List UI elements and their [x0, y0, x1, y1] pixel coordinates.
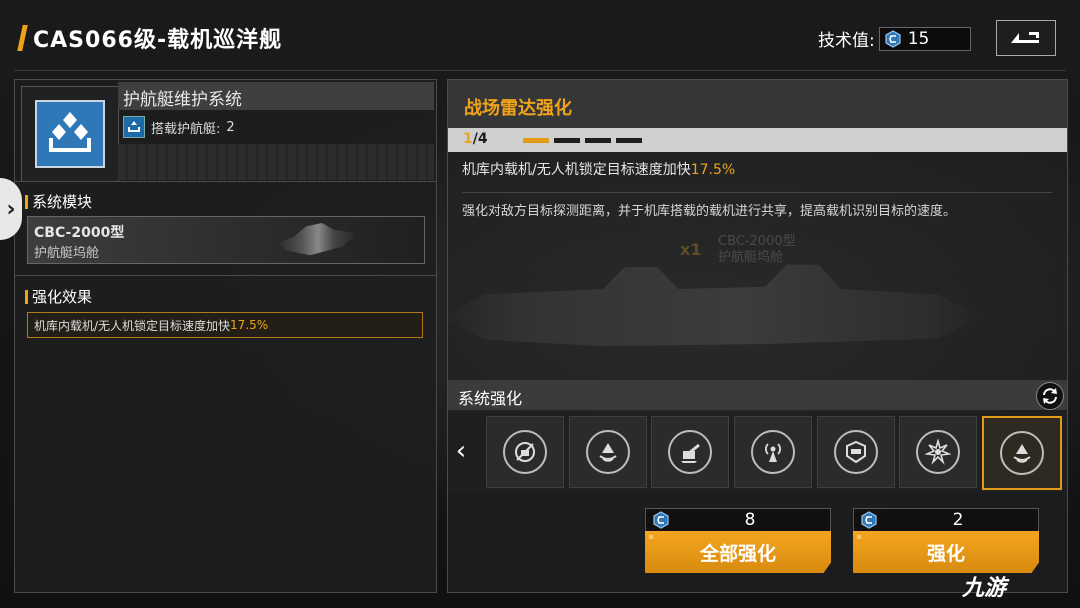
button-corner-dot [857, 535, 861, 539]
effect-value: 17.5% [230, 318, 269, 332]
progress-text: 1/4 [463, 131, 488, 147]
tech-point-icon [861, 511, 877, 529]
upgrade-slot-selected[interactable] [982, 416, 1062, 490]
button-corner-dot [649, 535, 653, 539]
back-button[interactable] [996, 20, 1056, 56]
scroll-left-button[interactable]: ‹ [448, 432, 474, 470]
upgrade-effect-text: 机库内载机/无人机锁定目标速度加快 [462, 162, 691, 178]
hatch-pattern [118, 144, 434, 180]
carrier-label: 搭载护航艇: [151, 121, 221, 137]
upgrade-slot[interactable] [486, 416, 564, 488]
header-divider [14, 70, 1066, 71]
watermark-text: 九游 [962, 576, 1007, 601]
progress-total: /4 [472, 131, 488, 147]
section-marker [25, 289, 28, 304]
module-section-header: 系统模块 [25, 191, 92, 212]
radar-dome-icon [586, 430, 630, 474]
tech-value-display: 技术值: 15 [818, 26, 971, 51]
page-title-bar: CAS066级-载机巡洋舰 [17, 22, 283, 54]
system-upgrade-header: 系统强化 [448, 380, 1067, 410]
upgrade-all-label: 全部强化 [699, 542, 776, 565]
turret-icon [668, 430, 712, 474]
progress-segment [523, 138, 549, 143]
upgrade-progress-row: 1/4 [448, 128, 1067, 152]
upgrade-slot-list: ‹ [448, 412, 1067, 492]
upgrade-all-button[interactable]: 全部强化 [645, 531, 831, 573]
module-card[interactable]: CBC-2000型 护航艇坞舱 [27, 216, 425, 264]
no-hangar-icon [503, 430, 547, 474]
refresh-icon [1043, 388, 1057, 404]
progress-segment [554, 138, 580, 143]
tech-value-box: 15 [878, 26, 971, 51]
upgrade-slot[interactable] [569, 416, 647, 488]
system-upgrade-label: 系统强化 [458, 389, 523, 408]
upgrade-slot[interactable] [817, 416, 895, 488]
effect-text: 机库内载机/无人机锁定目标速度加快 [34, 318, 231, 333]
upgrade-effect: 机库内载机/无人机锁定目标速度加快17.5% [462, 159, 735, 179]
ship-image [441, 264, 981, 347]
upgrade-effect-value: 17.5% [690, 162, 736, 178]
module-subtitle: 护航艇坞舱 [34, 246, 100, 261]
module-section-label: 系统模块 [32, 193, 93, 211]
upgrade-one-cost-value: 2 [952, 510, 964, 530]
panel-divider [15, 275, 436, 276]
refresh-button[interactable] [1036, 382, 1064, 410]
chevron-left-icon: ‹ [455, 436, 467, 466]
carrier-info: 搭载护航艇: 2 [123, 116, 235, 138]
effect-section-header: 强化效果 [25, 286, 92, 307]
upgrade-title: 战场雷达强化 [464, 98, 572, 119]
background-module-name: CBC-2000型 [718, 234, 796, 249]
module-image [278, 223, 358, 256]
chevron-right-icon: › [6, 196, 16, 222]
upgrade-description: 强化对敌方目标探测距离，并于机库搭载的载机进行共享，提高载机识别目标的速度。 [462, 204, 957, 219]
page-title: CAS066级-载机巡洋舰 [33, 28, 283, 53]
signal-tower-icon [751, 430, 795, 474]
section-marker [25, 194, 28, 209]
back-arrow-icon [1011, 32, 1039, 43]
system-icon-frame [21, 86, 119, 182]
carrier-count: 2 [226, 119, 235, 135]
escort-boat-icon [123, 116, 145, 138]
upgrade-detail-panel: x1 CBC-2000型 护航艇坞舱 战场雷达强化 1/4 机库内载机/无人机锁… [441, 79, 1068, 593]
tech-point-icon [885, 29, 901, 48]
progress-current: 1 [463, 131, 473, 147]
background-module-sub: 护航艇坞舱 [718, 250, 784, 265]
background-module-label: CBC-2000型 护航艇坞舱 [718, 234, 796, 266]
upgrade-button[interactable]: 强化 [853, 531, 1039, 573]
upgrade-all-cost: 8 [645, 508, 831, 532]
burst-emblem-icon [916, 430, 960, 474]
upgrade-label: 强化 [926, 542, 965, 565]
upgrade-one-cost: 2 [853, 508, 1039, 532]
system-name: 护航艇维护系统 [123, 90, 242, 110]
effect-divider [462, 192, 1052, 193]
upgrade-slot[interactable] [899, 416, 977, 488]
progress-segment [585, 138, 611, 143]
background-module-qty: x1 [680, 240, 702, 259]
upgrade-all-cost-value: 8 [744, 510, 756, 530]
tech-value: 15 [907, 28, 930, 49]
effect-section-label: 强化效果 [32, 288, 93, 306]
effect-row: 机库内载机/无人机锁定目标速度加快 17.5% [27, 312, 423, 338]
panel-divider [15, 181, 436, 182]
watermark-logo: 九游 [962, 570, 1006, 602]
shield-module-icon [834, 430, 878, 474]
module-name: CBC-2000型 [34, 225, 125, 241]
tech-label: 技术值: [818, 31, 875, 51]
hangar-system-icon [35, 100, 105, 168]
radar-dome-icon [1000, 431, 1044, 475]
progress-segment [616, 138, 642, 143]
tech-point-icon [653, 511, 669, 529]
upgrade-slot[interactable] [734, 416, 812, 488]
system-info-panel: 护航艇维护系统 搭载护航艇: 2 系统模块 CBC-2000型 护航艇坞舱 强化… [14, 79, 437, 593]
upgrade-slot[interactable] [651, 416, 729, 488]
